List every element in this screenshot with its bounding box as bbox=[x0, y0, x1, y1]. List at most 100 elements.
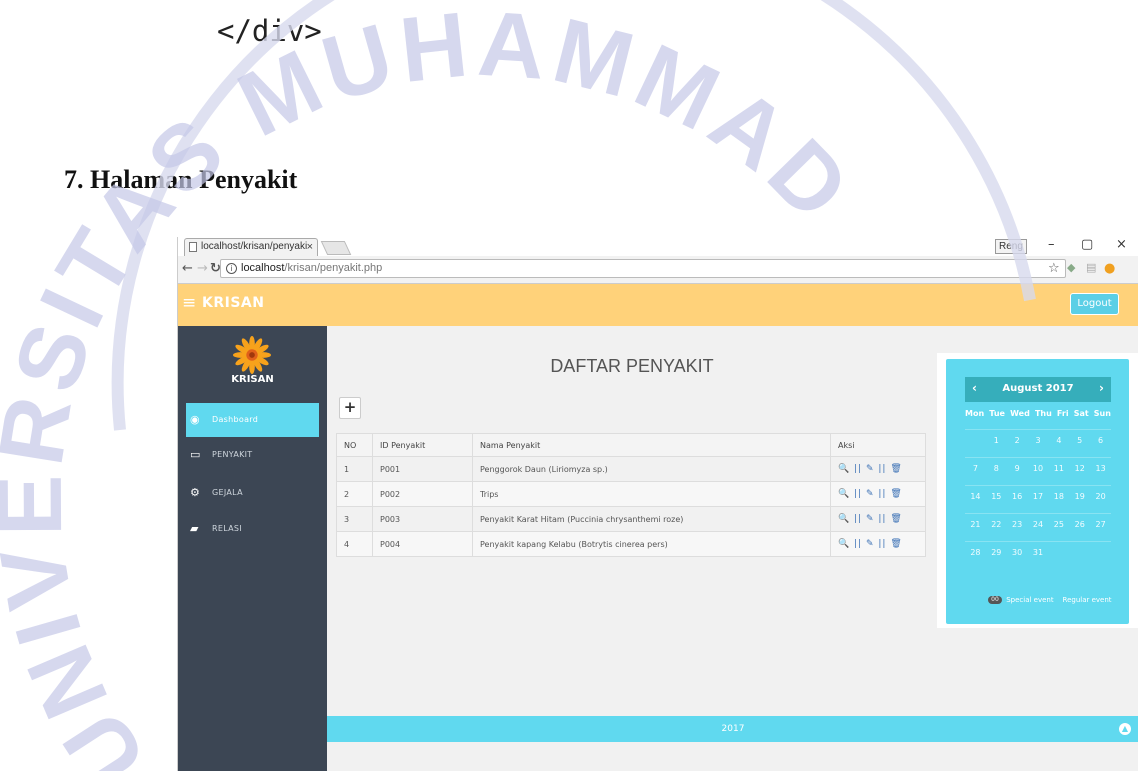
cell-name: Penyakit Karat Hitam (Puccinia chrysanth… bbox=[472, 506, 831, 532]
maximize-button[interactable]: ▢ bbox=[1081, 237, 1093, 252]
calendar-day[interactable]: 26 bbox=[1069, 514, 1090, 535]
calendar-day[interactable]: 8 bbox=[986, 458, 1007, 479]
logout-button[interactable]: Logout bbox=[1070, 293, 1119, 315]
tab-close-icon[interactable]: × bbox=[307, 239, 313, 255]
footer-year: 2017 bbox=[721, 724, 745, 734]
calendar-day[interactable]: 18 bbox=[1048, 486, 1069, 507]
calendar-day[interactable]: 1 bbox=[986, 430, 1007, 451]
table-header-row: NO ID Penyakit Nama Penyakit Aksi bbox=[336, 433, 926, 457]
sidebar-item-penyakit[interactable]: ▭ PENYAKIT bbox=[186, 438, 319, 472]
url-host: localhost bbox=[241, 262, 285, 274]
scroll-to-top-icon[interactable]: ▲ bbox=[1119, 723, 1131, 735]
weekday-label: Wed bbox=[1010, 409, 1030, 418]
row-actions[interactable]: 🔍 || ✎ || 🗑 bbox=[830, 456, 926, 482]
cell-id: P004 bbox=[372, 531, 473, 557]
calendar-day[interactable]: 5 bbox=[1069, 430, 1090, 451]
next-month-icon[interactable]: › bbox=[1099, 381, 1104, 395]
sidebar-item-label: RELASI bbox=[212, 524, 242, 533]
column-header-name: Nama Penyakit bbox=[472, 433, 831, 457]
new-tab-button[interactable] bbox=[320, 241, 352, 255]
cell-name: Penggorok Daun (Liriomyza sp.) bbox=[472, 456, 831, 482]
chrysanthemum-logo-icon bbox=[233, 336, 271, 374]
calendar-day bbox=[1048, 542, 1069, 563]
row-actions[interactable]: 🔍 || ✎ || 🗑 bbox=[830, 531, 926, 557]
calendar-day[interactable]: 6 bbox=[1090, 430, 1111, 451]
extension-icon[interactable]: ◆ bbox=[1067, 261, 1075, 274]
app-header: ≡ KRISAN Logout bbox=[178, 284, 1138, 326]
calendar-day[interactable]: 17 bbox=[1028, 486, 1049, 507]
calendar-weekdays: Mon Tue Wed Thu Fri Sat Sun bbox=[965, 409, 1111, 421]
table-row: 1 P001 Penggorok Daun (Liriomyza sp.) 🔍 … bbox=[336, 456, 926, 482]
calendar-day[interactable]: 12 bbox=[1069, 458, 1090, 479]
calendar-day[interactable]: 4 bbox=[1048, 430, 1069, 451]
sidebar-item-relasi[interactable]: ▰ RELASI bbox=[186, 512, 319, 546]
calendar-day[interactable]: 19 bbox=[1069, 486, 1090, 507]
legend-special-event: Special event bbox=[1006, 596, 1054, 604]
calendar-day[interactable]: 13 bbox=[1090, 458, 1111, 479]
browser-tabstrip: localhost/krisan/penyaki × Reng – ▢ × bbox=[178, 237, 1138, 256]
column-header-id: ID Penyakit bbox=[372, 433, 473, 457]
url-input[interactable]: i localhost/krisan/penyakit.php bbox=[220, 259, 1066, 278]
calendar-day[interactable]: 15 bbox=[986, 486, 1007, 507]
calendar-week-row: 7 8 9 10 11 12 13 bbox=[965, 457, 1111, 479]
table-row: 3 P003 Penyakit Karat Hitam (Puccinia ch… bbox=[336, 506, 926, 532]
user-profile-badge[interactable]: Reng bbox=[995, 239, 1027, 254]
cell-no: 3 bbox=[336, 506, 373, 532]
page-icon bbox=[189, 242, 197, 252]
calendar-day[interactable]: 30 bbox=[1007, 542, 1028, 563]
row-actions[interactable]: 🔍 || ✎ || 🗑 bbox=[830, 506, 926, 532]
calendar-day[interactable]: 23 bbox=[1007, 514, 1028, 535]
calendar-day[interactable]: 31 bbox=[1028, 542, 1049, 563]
special-event-badge: 00 bbox=[988, 596, 1002, 604]
calendar-day[interactable]: 25 bbox=[1048, 514, 1069, 535]
bookmark-star-icon[interactable]: ☆ bbox=[1048, 261, 1060, 276]
calendar-day[interactable]: 11 bbox=[1048, 458, 1069, 479]
calendar-month: August 2017 bbox=[1002, 383, 1074, 394]
sidebar-item-label: Dashboard bbox=[212, 415, 259, 424]
calendar-week-row: 14 15 16 17 18 19 20 bbox=[965, 485, 1111, 507]
calendar-day[interactable]: 14 bbox=[965, 486, 986, 507]
column-header-no: NO bbox=[336, 433, 373, 457]
info-icon[interactable]: i bbox=[226, 263, 237, 274]
browser-screenshot: localhost/krisan/penyaki × Reng – ▢ × ← … bbox=[177, 237, 1138, 771]
brand-name[interactable]: KRISAN bbox=[202, 295, 264, 311]
calendar-day[interactable]: 21 bbox=[965, 514, 986, 535]
alert-icon[interactable]: ● bbox=[1104, 261, 1115, 276]
html-closing-div-code: </div> bbox=[217, 14, 322, 48]
back-arrow-icon[interactable]: ← bbox=[182, 261, 193, 276]
calendar-day[interactable]: 28 bbox=[965, 542, 986, 563]
gears-icon: ⚙ bbox=[190, 486, 201, 499]
calendar-day[interactable]: 22 bbox=[986, 514, 1007, 535]
calendar-day[interactable]: 24 bbox=[1028, 514, 1049, 535]
calendar-day[interactable]: 29 bbox=[986, 542, 1007, 563]
browser-tab[interactable]: localhost/krisan/penyaki × bbox=[184, 238, 318, 256]
calendar-panel: ‹ August 2017 › Mon Tue Wed Thu Fri Sat … bbox=[937, 353, 1138, 628]
calendar-day[interactable]: 10 bbox=[1028, 458, 1049, 479]
calendar-day[interactable]: 7 bbox=[965, 458, 986, 479]
hamburger-menu-icon[interactable]: ≡ bbox=[182, 293, 196, 313]
sidebar-item-gejala[interactable]: ⚙ GEJALA bbox=[186, 476, 319, 510]
sidebar: KRISAN ◉ Dashboard ▭ PENYAKIT ⚙ GEJALA ▰… bbox=[178, 326, 327, 771]
calendar-day[interactable]: 20 bbox=[1090, 486, 1111, 507]
add-disease-button[interactable]: + bbox=[339, 397, 361, 419]
cell-name: Trips bbox=[472, 481, 831, 507]
address-toolbar: ← → ↻ i localhost/krisan/penyakit.php ☆ … bbox=[178, 256, 1138, 284]
calendar-day bbox=[1090, 542, 1111, 563]
calendar-day[interactable]: 9 bbox=[1007, 458, 1028, 479]
extension-badge-icon[interactable]: ▤ bbox=[1086, 261, 1096, 274]
cell-no: 4 bbox=[336, 531, 373, 557]
section-heading: 7. Halaman Penyakit bbox=[64, 165, 298, 194]
calendar-day[interactable]: 27 bbox=[1090, 514, 1111, 535]
weekday-label: Sun bbox=[1093, 409, 1111, 418]
calendar-day[interactable]: 3 bbox=[1028, 430, 1049, 451]
cell-no: 2 bbox=[336, 481, 373, 507]
forward-arrow-icon[interactable]: → bbox=[197, 261, 208, 276]
minimize-button[interactable]: – bbox=[1048, 237, 1055, 252]
weekday-label: Fri bbox=[1056, 409, 1069, 418]
close-window-button[interactable]: × bbox=[1116, 237, 1127, 252]
calendar-day[interactable]: 16 bbox=[1007, 486, 1028, 507]
sidebar-item-label: GEJALA bbox=[212, 488, 243, 497]
row-actions[interactable]: 🔍 || ✎ || 🗑 bbox=[830, 481, 926, 507]
sidebar-item-dashboard[interactable]: ◉ Dashboard bbox=[186, 403, 319, 437]
calendar-day[interactable]: 2 bbox=[1007, 430, 1028, 451]
